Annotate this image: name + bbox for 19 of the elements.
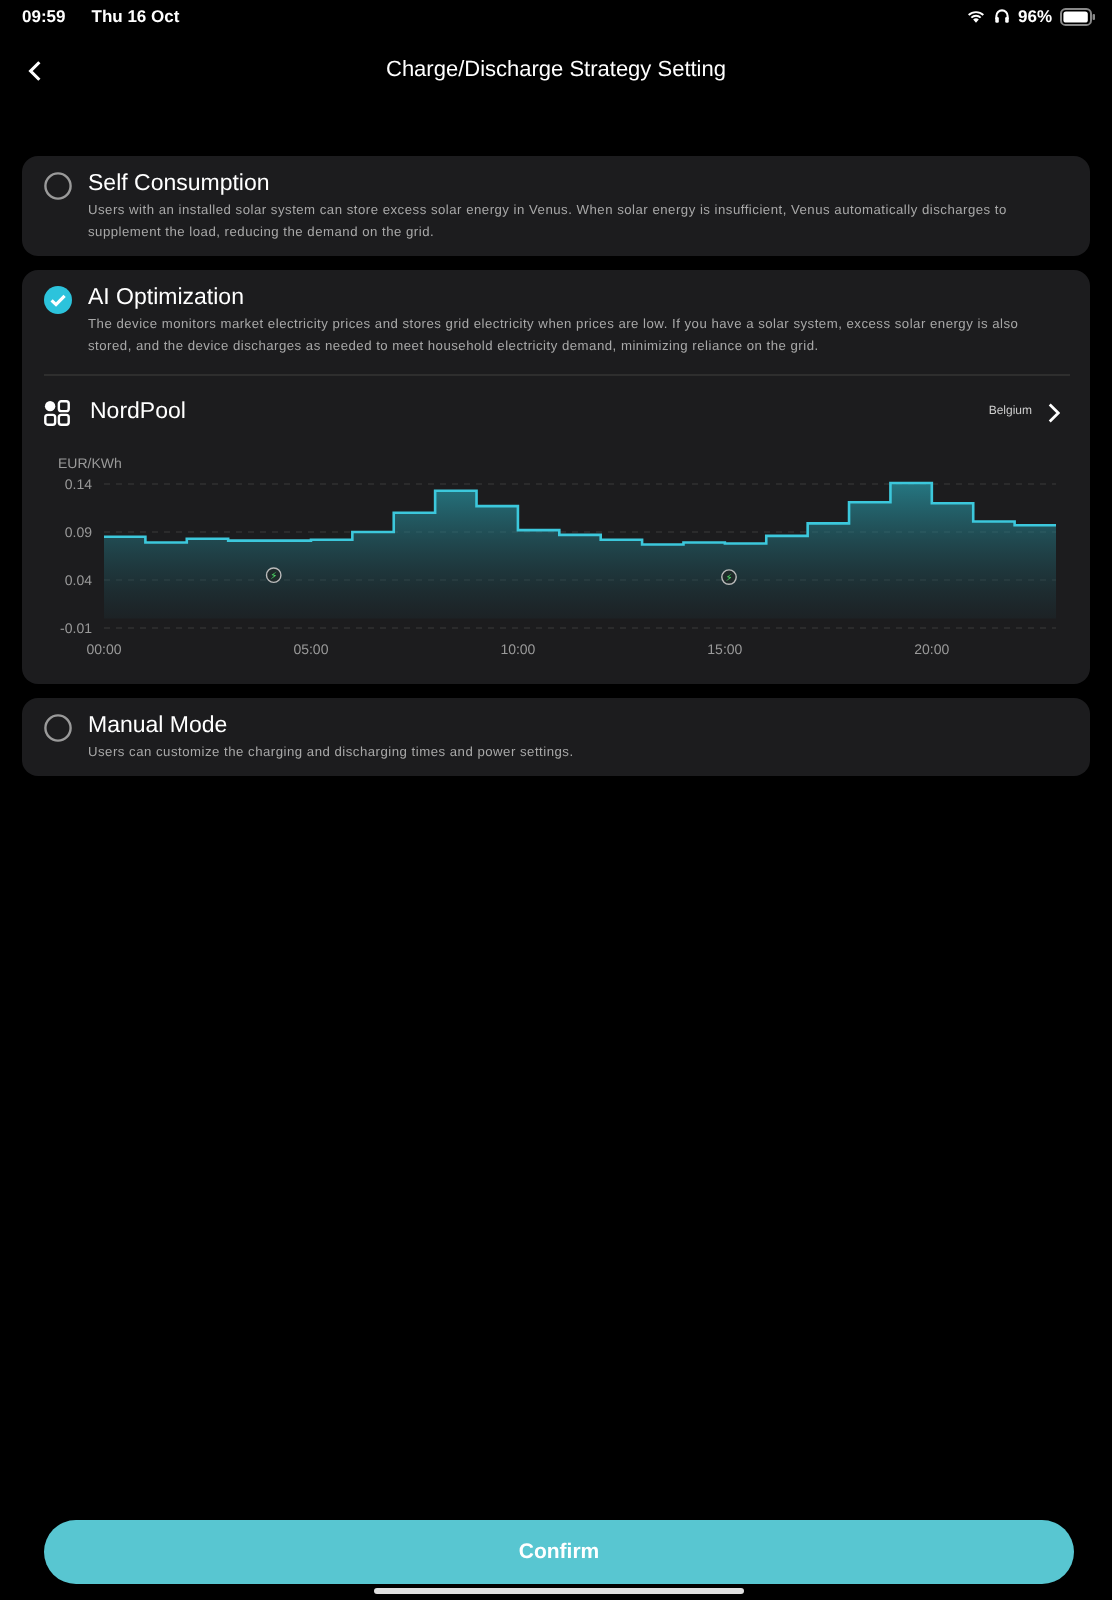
chevron-right-icon[interactable] xyxy=(1048,401,1060,423)
back-icon[interactable] xyxy=(28,59,42,81)
headphones-icon xyxy=(993,8,1010,24)
provider-name: NordPool xyxy=(90,400,186,424)
check-icon[interactable] xyxy=(44,286,72,314)
option-title: Self Consumption xyxy=(88,170,272,198)
battery-level: 96% xyxy=(1017,6,1052,26)
status-date: Thu 16 Oct xyxy=(91,6,180,26)
radio-button[interactable] xyxy=(44,172,72,200)
radio-button[interactable] xyxy=(44,714,72,742)
option-card[interactable] xyxy=(22,156,1090,256)
option-card[interactable] xyxy=(22,270,1090,684)
status-time: 09:59 xyxy=(22,6,66,26)
option-title: Manual Mode xyxy=(88,712,230,740)
page-title: Charge/Discharge Strategy Setting xyxy=(386,58,726,82)
battery-icon xyxy=(1060,7,1096,25)
wifi-icon xyxy=(965,8,986,24)
apps-icon xyxy=(44,399,70,425)
option-title: AI Optimization xyxy=(88,284,246,312)
